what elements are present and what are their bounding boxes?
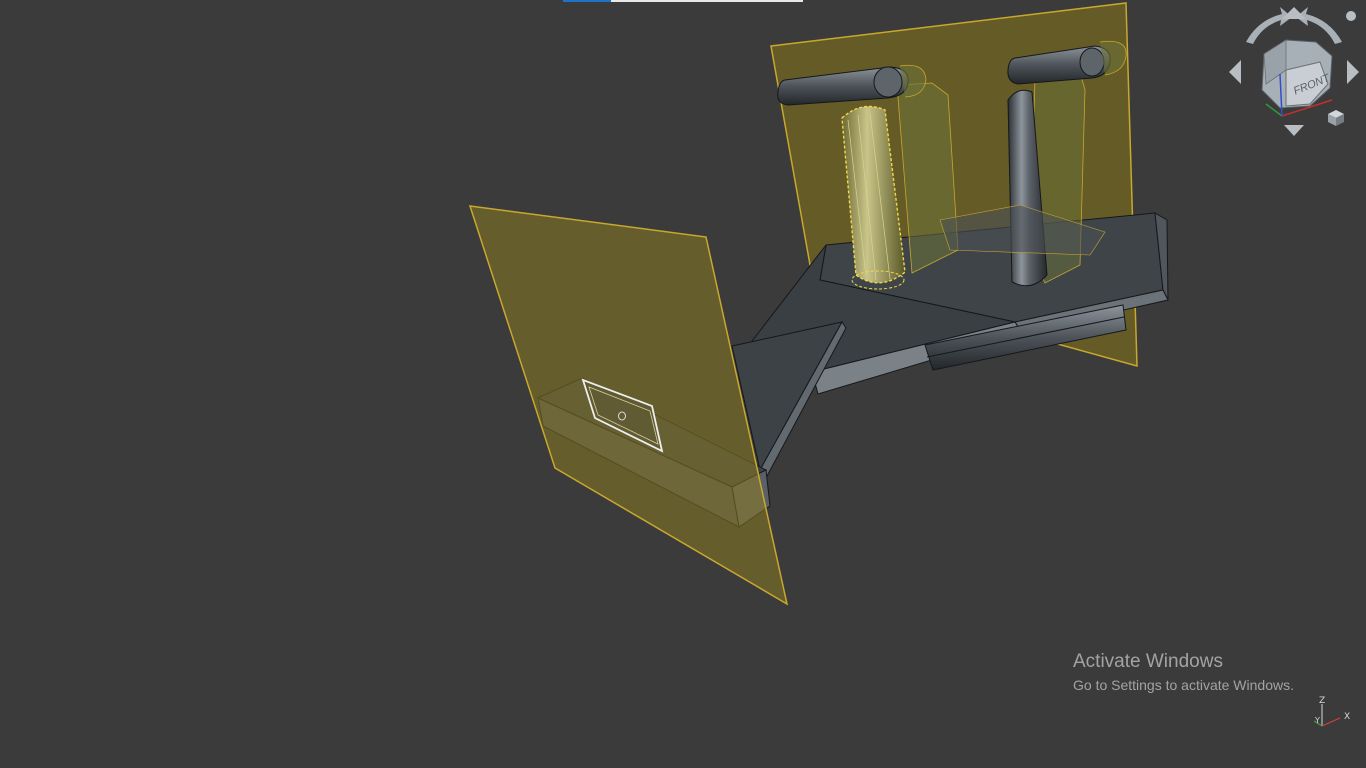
tripod-y-label: Y [1314,716,1320,725]
3d-viewport[interactable]: FRONT Activate Windows Go to Settings to… [0,0,1366,768]
left-handle-cap [873,66,903,98]
loading-progress-fill [563,0,611,2]
view-cube[interactable]: FRONT [1261,39,1333,109]
rotate-right-icon[interactable] [1296,7,1342,44]
right-handle-cap [1079,47,1105,77]
axis-tripod: Z X Y [1313,696,1350,727]
rotate-left-icon[interactable] [1246,7,1292,44]
viewcube-navigator[interactable]: FRONT [1224,4,1364,140]
watermark-title: Activate Windows [1073,651,1223,672]
arrow-down-icon[interactable] [1284,125,1304,136]
activate-windows-watermark: Activate Windows Go to Settings to activ… [1073,651,1294,695]
arrow-left-icon[interactable] [1229,60,1241,84]
watermark-subtitle: Go to Settings to activate Windows. [1073,677,1294,693]
tripod-x-label: X [1344,712,1350,722]
menu-dot-icon[interactable] [1346,11,1356,21]
arrow-right-icon[interactable] [1347,60,1359,84]
loading-progress-bar [563,0,803,2]
tripod-x-line [1321,717,1341,727]
tripod-z-label: Z [1319,696,1325,706]
home-cube-icon[interactable] [1328,110,1344,126]
